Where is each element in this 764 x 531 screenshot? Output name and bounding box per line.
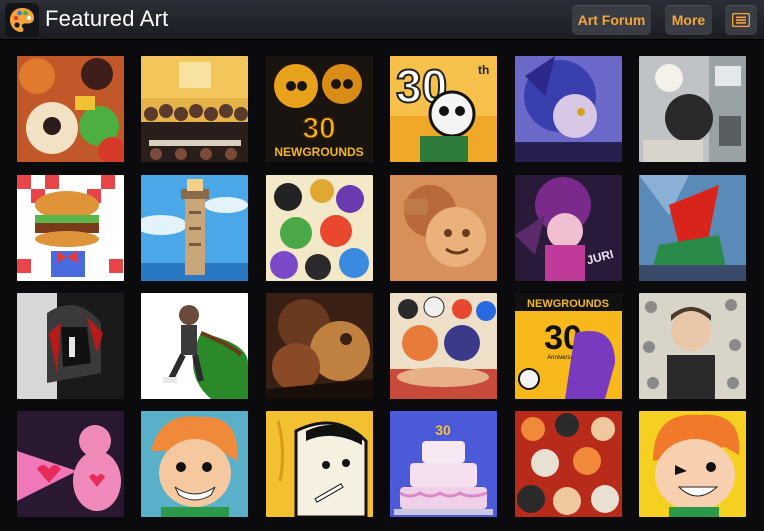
svg-text:NEWGROUNDS: NEWGROUNDS [527,298,609,310]
featured-art-grid: 30 NEWGROUNDS 30 th JURI NEWGROUNDS 30 A… [0,41,764,531]
art-thumbnail[interactable] [17,56,124,162]
page-title: Featured Art [45,6,169,31]
art-thumbnail[interactable] [266,293,373,399]
app-header: Featured Art Art Forum More [0,0,764,40]
svg-text:NEWGROUNDS: NEWGROUNDS [274,145,363,159]
art-thumbnail[interactable] [639,56,746,162]
menu-icon [732,13,750,27]
art-thumbnail[interactable] [17,175,124,281]
art-thumbnail[interactable] [639,293,746,399]
art-thumbnail[interactable] [390,293,497,399]
art-thumbnail[interactable] [141,293,248,399]
art-thumbnail[interactable]: 30 [390,411,497,517]
art-thumbnail[interactable] [390,175,497,281]
art-thumbnail[interactable] [266,175,373,281]
svg-text:30: 30 [435,422,451,438]
art-thumbnail[interactable] [639,411,746,517]
art-thumbnail[interactable] [266,411,373,517]
art-thumbnail[interactable]: JURI [515,175,622,281]
art-thumbnail[interactable] [515,56,622,162]
more-button[interactable]: More [665,5,712,35]
art-thumbnail[interactable] [17,411,124,517]
art-thumbnail[interactable]: 30 NEWGROUNDS [266,56,373,162]
palette-icon[interactable] [5,3,39,37]
art-thumbnail[interactable] [141,411,248,517]
art-thumbnail[interactable] [515,411,622,517]
art-thumbnail[interactable]: NEWGROUNDS 30 Anniversary [515,293,622,399]
art-thumbnail[interactable]: 30 th [390,56,497,162]
svg-text:30: 30 [302,112,335,145]
svg-text:th: th [478,63,489,77]
menu-button[interactable] [725,5,757,35]
art-thumbnail[interactable] [17,293,124,399]
art-forum-button[interactable]: Art Forum [572,5,651,35]
art-thumbnail[interactable] [141,56,248,162]
art-thumbnail[interactable] [141,175,248,281]
art-thumbnail[interactable] [639,175,746,281]
